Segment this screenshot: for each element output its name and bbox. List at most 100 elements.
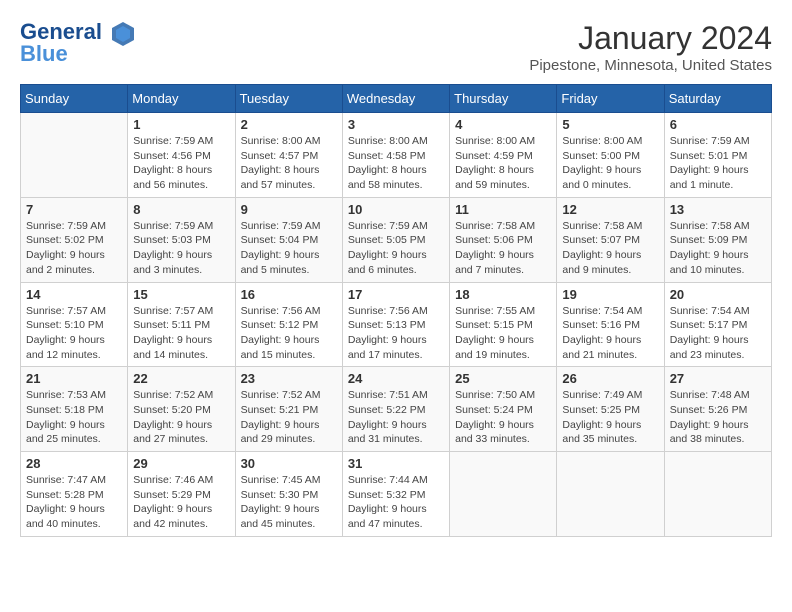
day-info: Sunrise: 7:58 AMSunset: 5:06 PMDaylight:… xyxy=(455,219,551,278)
calendar-week-3: 14Sunrise: 7:57 AMSunset: 5:10 PMDayligh… xyxy=(21,282,772,367)
title-area: January 2024 Pipestone, Minnesota, Unite… xyxy=(529,20,772,74)
calendar-header-row: Sunday Monday Tuesday Wednesday Thursday… xyxy=(21,85,772,113)
col-monday: Monday xyxy=(128,85,235,113)
table-row: 31Sunrise: 7:44 AMSunset: 5:32 PMDayligh… xyxy=(342,452,449,537)
day-number: 12 xyxy=(562,202,658,217)
day-number: 26 xyxy=(562,371,658,386)
day-number: 17 xyxy=(348,287,444,302)
day-info: Sunrise: 7:48 AMSunset: 5:26 PMDaylight:… xyxy=(670,388,766,447)
day-number: 7 xyxy=(26,202,122,217)
day-info: Sunrise: 7:59 AMSunset: 4:56 PMDaylight:… xyxy=(133,134,229,193)
day-info: Sunrise: 7:55 AMSunset: 5:15 PMDaylight:… xyxy=(455,304,551,363)
day-info: Sunrise: 8:00 AMSunset: 4:59 PMDaylight:… xyxy=(455,134,551,193)
table-row: 23 Sunrise: 7:52 AMSunset: 5:21 PMDayligh… xyxy=(235,367,342,452)
day-number: 20 xyxy=(670,287,766,302)
logo: General Blue xyxy=(20,20,136,66)
calendar-week-5: 28Sunrise: 7:47 AMSunset: 5:28 PMDayligh… xyxy=(21,452,772,537)
table-row: 22 Sunrise: 7:52 AMSunset: 5:20 PMDayligh… xyxy=(128,367,235,452)
table-row: 13Sunrise: 7:58 AMSunset: 5:09 PMDayligh… xyxy=(664,197,771,282)
day-number: 18 xyxy=(455,287,551,302)
day-info: Sunrise: 7:59 AMSunset: 5:01 PMDaylight:… xyxy=(670,134,766,193)
table-row: 16Sunrise: 7:56 AMSunset: 5:12 PMDayligh… xyxy=(235,282,342,367)
day-number: 30 xyxy=(241,456,337,471)
day-info: Sunrise: 7:59 AMSunset: 5:02 PMDaylight:… xyxy=(26,219,122,278)
table-row: 27 Sunrise: 7:48 AMSunset: 5:26 PMDayligh… xyxy=(664,367,771,452)
day-info: Sunrise: 7:57 AMSunset: 5:11 PMDaylight:… xyxy=(133,304,229,363)
day-info: Sunrise: 7:54 AMSunset: 5:17 PMDaylight:… xyxy=(670,304,766,363)
day-info: Sunrise: 7:58 AMSunset: 5:09 PMDaylight:… xyxy=(670,219,766,278)
day-info: Sunrise: 7:50 AMSunset: 5:24 PMDaylight:… xyxy=(455,388,551,447)
col-tuesday: Tuesday xyxy=(235,85,342,113)
day-info: Sunrise: 7:52 AMSunset: 5:20 PMDaylight:… xyxy=(133,388,229,447)
day-info: Sunrise: 7:53 AMSunset: 5:18 PMDaylight:… xyxy=(26,388,122,447)
day-number: 15 xyxy=(133,287,229,302)
day-number: 23 xyxy=(241,371,337,386)
day-info: Sunrise: 7:56 AMSunset: 5:13 PMDaylight:… xyxy=(348,304,444,363)
day-info: Sunrise: 7:46 AMSunset: 5:29 PMDaylight:… xyxy=(133,473,229,532)
day-number: 24 xyxy=(348,371,444,386)
day-number: 4 xyxy=(455,117,551,132)
table-row: 21 Sunrise: 7:53 AMSunset: 5:18 PMDayligh… xyxy=(21,367,128,452)
day-number: 19 xyxy=(562,287,658,302)
table-row: 26 Sunrise: 7:49 AMSunset: 5:25 PMDayligh… xyxy=(557,367,664,452)
day-number: 27 xyxy=(670,371,766,386)
calendar-table: Sunday Monday Tuesday Wednesday Thursday… xyxy=(20,84,772,537)
day-info: Sunrise: 7:45 AMSunset: 5:30 PMDaylight:… xyxy=(241,473,337,532)
day-number: 5 xyxy=(562,117,658,132)
table-row xyxy=(557,452,664,537)
day-info: Sunrise: 8:00 AMSunset: 4:57 PMDaylight:… xyxy=(241,134,337,193)
day-number: 28 xyxy=(26,456,122,471)
table-row: 5 Sunrise: 8:00 AMSunset: 5:00 PMDaylight… xyxy=(557,113,664,198)
table-row xyxy=(664,452,771,537)
table-row: 30 Sunrise: 7:45 AMSunset: 5:30 PMDayligh… xyxy=(235,452,342,537)
day-number: 10 xyxy=(348,202,444,217)
table-row: 24Sunrise: 7:51 AMSunset: 5:22 PMDayligh… xyxy=(342,367,449,452)
table-row: 12 Sunrise: 7:58 AMSunset: 5:07 PMDayligh… xyxy=(557,197,664,282)
day-info: Sunrise: 7:54 AMSunset: 5:16 PMDaylight:… xyxy=(562,304,658,363)
table-row: 8Sunrise: 7:59 AMSunset: 5:03 PMDaylight… xyxy=(128,197,235,282)
day-info: Sunrise: 7:52 AMSunset: 5:21 PMDaylight:… xyxy=(241,388,337,447)
day-number: 21 xyxy=(26,371,122,386)
day-number: 6 xyxy=(670,117,766,132)
day-number: 9 xyxy=(241,202,337,217)
table-row xyxy=(21,113,128,198)
col-wednesday: Wednesday xyxy=(342,85,449,113)
table-row: 25 Sunrise: 7:50 AMSunset: 5:24 PMDayligh… xyxy=(450,367,557,452)
month-year-title: January 2024 xyxy=(529,20,772,57)
day-number: 2 xyxy=(241,117,337,132)
table-row: 1 Sunrise: 7:59 AMSunset: 4:56 PMDaylight… xyxy=(128,113,235,198)
table-row: 4 Sunrise: 8:00 AMSunset: 4:59 PMDaylight… xyxy=(450,113,557,198)
table-row: 19 Sunrise: 7:54 AMSunset: 5:16 PMDayligh… xyxy=(557,282,664,367)
day-info: Sunrise: 7:59 AMSunset: 5:04 PMDaylight:… xyxy=(241,219,337,278)
day-number: 1 xyxy=(133,117,229,132)
table-row: 17 Sunrise: 7:56 AMSunset: 5:13 PMDayligh… xyxy=(342,282,449,367)
table-row: 3Sunrise: 8:00 AMSunset: 4:58 PMDaylight… xyxy=(342,113,449,198)
day-number: 16 xyxy=(241,287,337,302)
calendar-week-2: 7 Sunrise: 7:59 AMSunset: 5:02 PMDaylight… xyxy=(21,197,772,282)
day-info: Sunrise: 7:44 AMSunset: 5:32 PMDaylight:… xyxy=(348,473,444,532)
table-row: 18 Sunrise: 7:55 AMSunset: 5:15 PMDayligh… xyxy=(450,282,557,367)
day-info: Sunrise: 8:00 AMSunset: 5:00 PMDaylight:… xyxy=(562,134,658,193)
table-row: 14Sunrise: 7:57 AMSunset: 5:10 PMDayligh… xyxy=(21,282,128,367)
table-row: 29Sunrise: 7:46 AMSunset: 5:29 PMDayligh… xyxy=(128,452,235,537)
table-row xyxy=(450,452,557,537)
table-row: 20 Sunrise: 7:54 AMSunset: 5:17 PMDayligh… xyxy=(664,282,771,367)
day-number: 22 xyxy=(133,371,229,386)
day-number: 11 xyxy=(455,202,551,217)
day-number: 3 xyxy=(348,117,444,132)
calendar-week-4: 21 Sunrise: 7:53 AMSunset: 5:18 PMDayligh… xyxy=(21,367,772,452)
day-info: Sunrise: 7:58 AMSunset: 5:07 PMDaylight:… xyxy=(562,219,658,278)
col-saturday: Saturday xyxy=(664,85,771,113)
col-sunday: Sunday xyxy=(21,85,128,113)
day-number: 14 xyxy=(26,287,122,302)
location-subtitle: Pipestone, Minnesota, United States xyxy=(529,57,772,74)
day-info: Sunrise: 7:49 AMSunset: 5:25 PMDaylight:… xyxy=(562,388,658,447)
col-thursday: Thursday xyxy=(450,85,557,113)
logo-icon xyxy=(110,20,136,46)
calendar-week-1: 1 Sunrise: 7:59 AMSunset: 4:56 PMDaylight… xyxy=(21,113,772,198)
table-row: 28Sunrise: 7:47 AMSunset: 5:28 PMDayligh… xyxy=(21,452,128,537)
table-row: 11 Sunrise: 7:58 AMSunset: 5:06 PMDayligh… xyxy=(450,197,557,282)
table-row: 7 Sunrise: 7:59 AMSunset: 5:02 PMDaylight… xyxy=(21,197,128,282)
day-info: Sunrise: 7:59 AMSunset: 5:03 PMDaylight:… xyxy=(133,219,229,278)
day-number: 25 xyxy=(455,371,551,386)
